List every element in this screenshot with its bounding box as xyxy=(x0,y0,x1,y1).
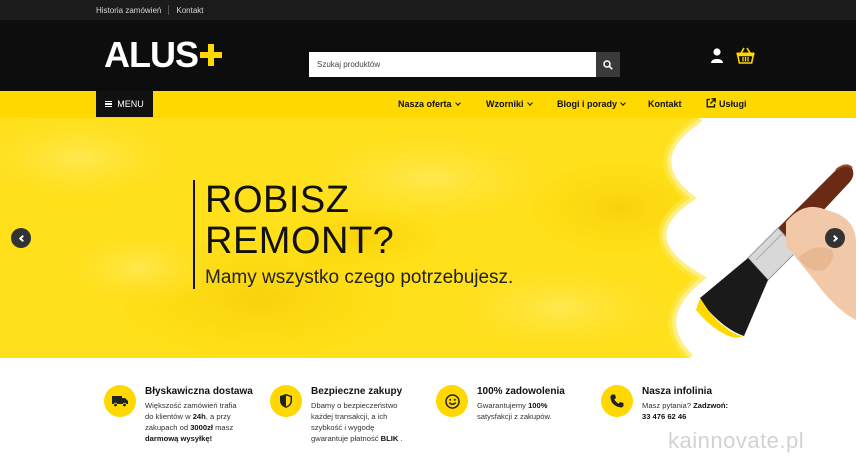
chevron-down-icon xyxy=(620,100,626,106)
slider-prev-button[interactable] xyxy=(11,228,31,248)
top-links: Historia zamówień Kontakt xyxy=(96,5,204,15)
user-icon[interactable] xyxy=(710,48,724,63)
watermark: kainnovate.pl xyxy=(668,428,805,453)
truck-icon xyxy=(112,395,128,407)
search-input[interactable] xyxy=(309,52,596,77)
feature-body: 100% zadowolenia Gwarantujemy 100% satys… xyxy=(477,385,565,422)
hero-subtitle: Mamy wszystko czego potrzebujesz. xyxy=(205,267,514,288)
hero-title-line2: REMONT? xyxy=(205,220,395,262)
hero-title-line1: ROBISZ xyxy=(205,179,350,221)
feature-hotline: Nasza infolinia Masz pytania? Zadzwoń: 3… xyxy=(601,385,728,422)
nav-item-nasza-oferta[interactable]: Nasza oferta xyxy=(398,99,461,109)
hotline-number[interactable]: 33 476 62 46 xyxy=(642,412,686,421)
chevron-down-icon xyxy=(526,100,533,106)
feature-body: Nasza infolinia Masz pytania? Zadzwoń: 3… xyxy=(642,385,728,422)
divider xyxy=(168,5,170,15)
smile-icon xyxy=(444,393,460,409)
search-icon xyxy=(603,59,613,70)
logo-plus-icon xyxy=(200,44,222,66)
chevron-right-icon xyxy=(830,234,838,242)
feature-desc: Gwarantujemy 100% satysfakcji z zakupów. xyxy=(477,401,552,421)
feature-body: Błyskawiczna dostawa Większość zamówień … xyxy=(145,385,253,444)
hero-banner: ROBISZ REMONT? Mamy wszystko czego potrz… xyxy=(0,118,856,358)
feature-body: Bezpieczne zakupy Dbamy o bezpieczeństwo… xyxy=(311,385,403,444)
feature-icon-circle xyxy=(436,385,468,417)
phone-icon xyxy=(610,394,624,408)
shield-icon xyxy=(280,394,292,408)
main-navigation: MENU Nasza oferta Wzorniki Blogi i porad… xyxy=(0,91,856,118)
header: ALUS xyxy=(0,20,856,91)
feature-title: Nasza infolinia xyxy=(642,386,713,397)
nav-item-label: Blogi i porady xyxy=(557,99,618,109)
feature-satisfaction: 100% zadowolenia Gwarantujemy 100% satys… xyxy=(436,385,565,422)
nav-item-wzorniki[interactable]: Wzorniki xyxy=(486,99,533,109)
feature-icon-circle xyxy=(601,385,633,417)
feature-security: Bezpieczne zakupy Dbamy o bezpieczeństwo… xyxy=(270,385,403,444)
search-button[interactable] xyxy=(596,52,620,77)
feature-desc: Dbamy o bezpieczeństwo każdej transakcji… xyxy=(311,401,403,443)
menu-button[interactable]: MENU xyxy=(96,91,153,117)
feature-icon-circle xyxy=(104,385,136,417)
nav-item-label: Usługi xyxy=(719,99,747,109)
order-history-link[interactable]: Historia zamówień xyxy=(96,6,161,15)
menu-label: MENU xyxy=(117,99,144,109)
external-link-icon xyxy=(706,98,716,108)
contact-link[interactable]: Kontakt xyxy=(176,6,203,15)
feature-title: Błyskawiczna dostawa xyxy=(145,386,253,397)
feature-delivery: Błyskawiczna dostawa Większość zamówień … xyxy=(104,385,253,444)
feature-title: 100% zadowolenia xyxy=(477,386,565,397)
nav-item-label: Wzorniki xyxy=(486,99,524,109)
basket-icon[interactable] xyxy=(736,47,755,64)
paintbrush-image xyxy=(696,164,856,338)
feature-icon-circle xyxy=(270,385,302,417)
hero-text-block: ROBISZ REMONT? Mamy wszystko czego potrz… xyxy=(193,180,513,289)
feature-title: Bezpieczne zakupy xyxy=(311,386,403,397)
slider-next-button[interactable] xyxy=(825,228,845,248)
nav-item-blogi[interactable]: Blogi i porady xyxy=(557,99,626,109)
nav-item-uslugi[interactable]: Usługi xyxy=(706,98,747,109)
feature-desc: Masz pytania? Zadzwoń: 33 476 62 46 xyxy=(642,401,729,421)
feature-desc: Większość zamówień trafia do klientów w … xyxy=(145,401,237,443)
top-bar: Historia zamówień Kontakt xyxy=(0,0,856,20)
search-bar xyxy=(309,52,620,77)
nav-item-label: Kontakt xyxy=(648,99,682,109)
hamburger-icon xyxy=(105,101,113,107)
chevron-left-icon xyxy=(18,234,26,242)
chevron-down-icon xyxy=(454,100,461,106)
logo-text: ALUS xyxy=(104,34,199,75)
nav-item-label: Nasza oferta xyxy=(398,99,452,109)
nav-item-kontakt[interactable]: Kontakt xyxy=(648,99,682,109)
logo[interactable]: ALUS xyxy=(104,34,222,75)
